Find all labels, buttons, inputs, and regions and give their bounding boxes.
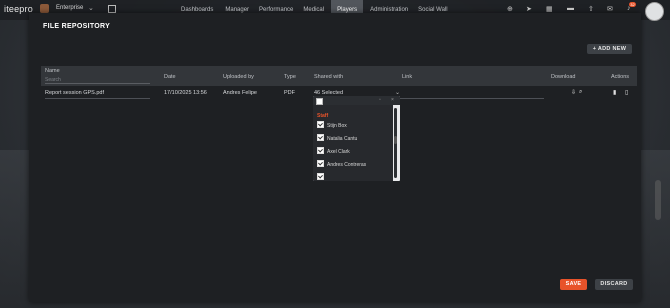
column-download[interactable]: Download	[551, 74, 575, 80]
chevron-down-icon[interactable]: ⌄	[395, 89, 400, 96]
column-actions[interactable]: Actions	[611, 74, 629, 80]
option-label: Natalia Cantu	[327, 136, 358, 142]
close-icon[interactable]: ×	[391, 97, 394, 103]
file-type: PDF	[284, 90, 295, 96]
option-item[interactable]: Andres Contreras	[317, 160, 367, 169]
checkbox-checked-icon[interactable]	[317, 160, 324, 168]
scrollbar-edge[interactable]	[655, 180, 661, 220]
option-item[interactable]: Axel Clark	[317, 147, 350, 156]
table-header: Name Date Uploaded by Type Shared with L…	[41, 66, 637, 86]
file-name-underline	[45, 98, 150, 99]
option-label: Stijn Box	[327, 123, 347, 129]
upload-icon[interactable]: ⇧	[588, 5, 594, 13]
grid-icon[interactable]: ▦	[546, 5, 553, 13]
dropdown-scroll-thumb[interactable]	[394, 136, 397, 144]
expand-icon[interactable]: ▫	[379, 97, 381, 103]
checkbox-checked-icon[interactable]	[317, 121, 324, 129]
checkbox-checked-icon[interactable]	[317, 147, 324, 155]
search-input[interactable]	[45, 77, 150, 84]
organization-selector[interactable]: Enterprise	[56, 5, 83, 11]
link-field-underline	[402, 98, 544, 99]
shared-with-dropdown: ▫ × Staff Stijn Box Natalia Cantu Axel C…	[313, 96, 400, 181]
file-uploader: Andres Felipe	[223, 90, 257, 96]
file-name[interactable]: Report session GPS.pdf	[45, 90, 104, 96]
chevron-down-icon[interactable]: ⌄	[88, 4, 94, 12]
option-label: Axel Clark	[327, 149, 350, 155]
option-group-label: Staff	[317, 113, 329, 119]
file-date: 17/10/2025 13:56	[164, 90, 207, 96]
column-shared-with[interactable]: Shared with	[314, 74, 343, 80]
select-all-checkbox[interactable]	[316, 98, 323, 105]
column-name[interactable]: Name	[45, 68, 60, 74]
apps-grid-icon[interactable]	[108, 5, 116, 13]
globe-icon[interactable]: ⊕	[507, 5, 513, 13]
user-avatar[interactable]	[645, 2, 664, 21]
discard-button[interactable]: DISCARD	[595, 279, 633, 290]
column-uploaded-by[interactable]: Uploaded by	[223, 74, 254, 80]
club-crest-icon	[40, 4, 49, 13]
option-item[interactable]: Stijn Box	[317, 121, 347, 130]
save-button[interactable]: SAVE	[560, 279, 587, 290]
option-item-partial[interactable]	[317, 173, 327, 181]
send-icon[interactable]: ➤	[526, 5, 532, 13]
dropdown-header: ▫ ×	[313, 96, 400, 105]
notification-badge: 32	[629, 2, 636, 7]
download-icon[interactable]: ⇩	[571, 89, 576, 96]
file-icon[interactable]: ▮	[613, 89, 616, 96]
trash-icon[interactable]: ▯	[625, 89, 628, 96]
option-label: Andres Contreras	[327, 162, 367, 168]
checkbox-checked-icon[interactable]	[317, 173, 324, 181]
add-new-button[interactable]: + ADD NEW	[587, 44, 632, 54]
column-link[interactable]: Link	[402, 74, 412, 80]
preview-search-icon[interactable]: ⌕	[579, 89, 582, 96]
folder-icon[interactable]: ▬	[567, 5, 574, 12]
dropdown-options: Staff Stijn Box Natalia Cantu Axel Clark…	[313, 105, 393, 181]
option-item[interactable]: Natalia Cantu	[317, 134, 358, 143]
column-type[interactable]: Type	[284, 74, 296, 80]
checkbox-checked-icon[interactable]	[317, 134, 324, 142]
chat-icon[interactable]: ✉	[607, 5, 613, 13]
column-date[interactable]: Date	[164, 74, 176, 80]
page-title: FILE REPOSITORY	[43, 23, 111, 30]
